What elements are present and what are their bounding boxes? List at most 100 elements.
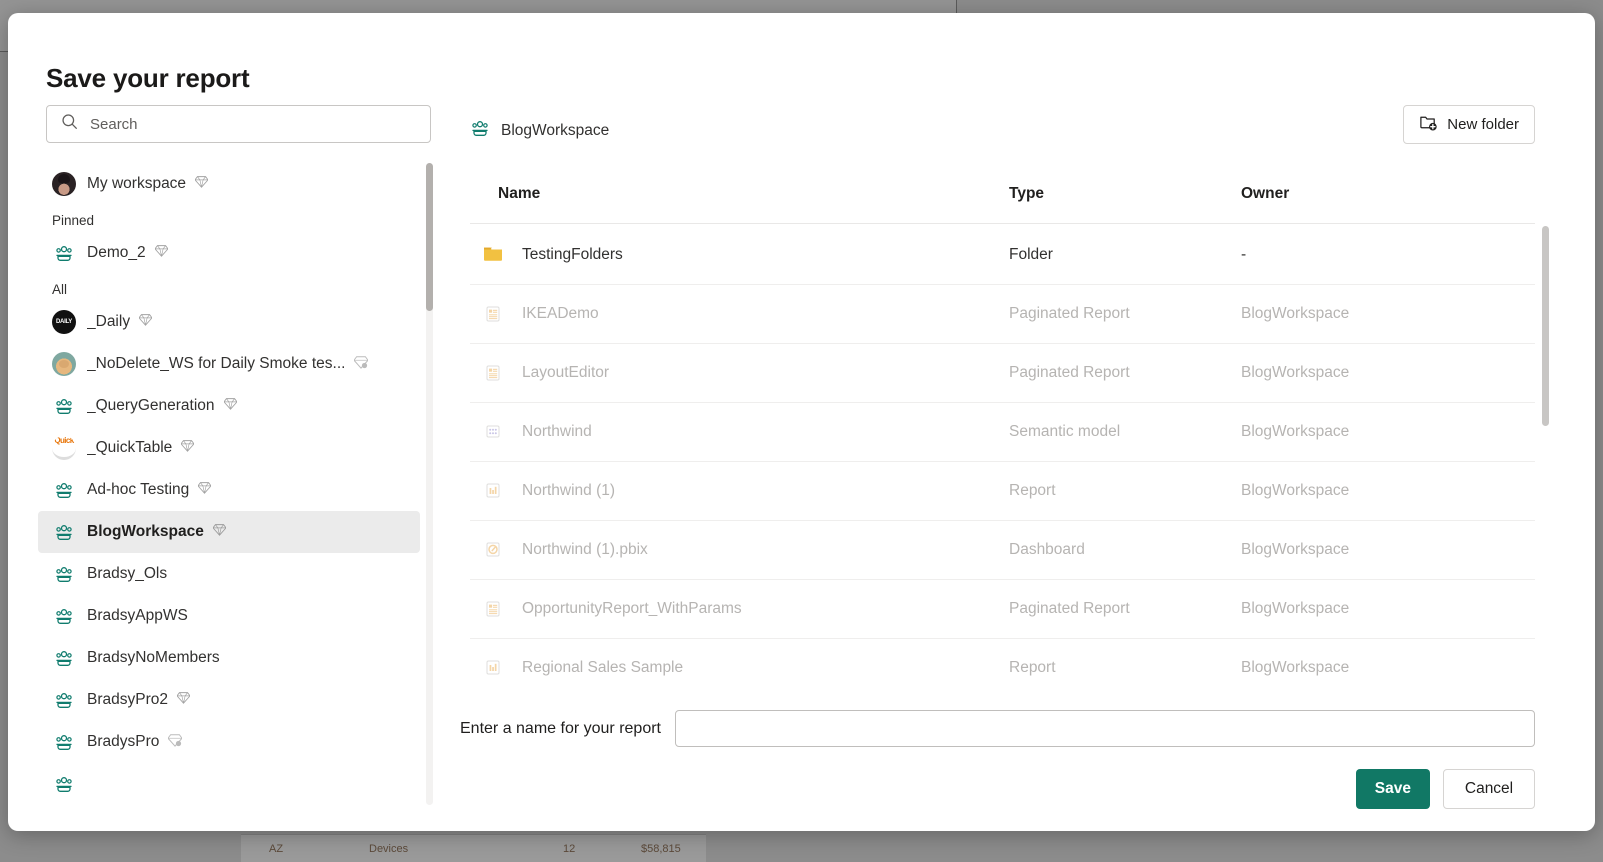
cell-name: IKEADemo — [522, 305, 599, 322]
diamond-icon — [180, 439, 195, 457]
paginated-report-icon — [482, 302, 504, 326]
cell-name: Northwind (1).pbix — [522, 541, 648, 558]
table-row: OpportunityReport_WithParams Paginated R… — [470, 580, 1535, 639]
table-row: Northwind (1) Report BlogWorkspace — [470, 462, 1535, 521]
cancel-button[interactable]: Cancel — [1443, 769, 1535, 809]
sidebar-item-label: BradsyAppWS — [87, 607, 188, 624]
dialog-title: Save your report — [46, 63, 250, 93]
cell-name: LayoutEditor — [522, 364, 610, 381]
cell-type: Paginated Report — [1009, 600, 1130, 617]
search-icon — [47, 113, 88, 135]
diamond-icon — [194, 175, 209, 193]
cell-type: Semantic model — [1009, 423, 1121, 440]
background-cell-category: Devices — [369, 842, 409, 855]
workspace-icon — [52, 646, 76, 670]
workspace-icon — [52, 478, 76, 502]
sidebar-item-querygeneration[interactable]: _QueryGeneration — [38, 385, 420, 427]
sidebar-item-demo-2[interactable]: Demo_2 — [38, 232, 420, 274]
workspace-list[interactable]: My workspace Pinned Demo_2 All DAILY _Da… — [38, 163, 430, 805]
sidebar-item-label: My workspace — [87, 175, 187, 192]
content-pane: BlogWorkspace New folder Name Type Owner — [460, 105, 1559, 805]
background-cell-state: AZ — [269, 842, 284, 855]
report-name-label: Enter a name for your report — [460, 719, 661, 737]
cell-owner: - — [1241, 246, 1247, 263]
search-box[interactable] — [46, 105, 431, 143]
list-scrollbar-thumb[interactable] — [1542, 226, 1549, 426]
sidebar-item-quicktable[interactable]: Quick _QuickTable — [38, 427, 420, 469]
report-name-input[interactable] — [674, 710, 1535, 747]
report-name-row: Enter a name for your report — [460, 710, 1535, 747]
table-header: Name Type Owner — [470, 185, 1535, 227]
cell-type: Report — [1009, 482, 1056, 499]
paginated-report-icon — [482, 361, 504, 385]
cell-owner: BlogWorkspace — [1241, 364, 1350, 381]
sidebar-item-label: Bradsy_Ols — [87, 565, 168, 582]
workspace-icon — [52, 520, 76, 544]
diamond-icon — [212, 523, 227, 541]
column-header-name[interactable]: Name — [498, 185, 540, 203]
header-divider — [470, 223, 1535, 224]
sidebar-item-bradyspro[interactable]: BradysPro — [38, 721, 420, 763]
diamond-shared-icon — [353, 355, 370, 374]
table-row[interactable]: TestingFolders Folder - — [470, 226, 1535, 285]
table-row: Regional Sales Sample Report BlogWorkspa… — [470, 639, 1535, 697]
sidebar-scrollbar-thumb[interactable] — [426, 163, 433, 311]
sidebar-item-bradsy-ols[interactable]: Bradsy_Ols — [38, 553, 420, 595]
cell-owner: BlogWorkspace — [1241, 423, 1350, 440]
avatar: Quick — [52, 436, 76, 460]
cell-owner: BlogWorkspace — [1241, 600, 1350, 617]
workspace-icon — [52, 241, 76, 265]
item-list[interactable]: TestingFolders Folder - IKEADemo Paginat… — [470, 226, 1535, 697]
column-header-type[interactable]: Type — [1009, 185, 1044, 203]
sidebar-item-nodelete-ws[interactable]: _NoDelete_WS for Daily Smoke tes... — [38, 343, 420, 385]
sidebar-item-blogworkspace[interactable]: BlogWorkspace — [38, 511, 420, 553]
breadcrumb-label: BlogWorkspace — [501, 121, 610, 139]
background-cell-amount: $58,815 — [641, 842, 681, 855]
new-folder-button[interactable]: New folder — [1403, 105, 1535, 144]
diamond-icon — [138, 313, 153, 331]
cell-name: Regional Sales Sample — [522, 659, 684, 676]
new-folder-icon — [1419, 113, 1438, 136]
sidebar-item-bradsyappws[interactable]: BradsyAppWS — [38, 595, 420, 637]
cell-name: OpportunityReport_WithParams — [522, 600, 742, 617]
report-icon — [482, 656, 504, 680]
sidebar-item-label: BlogWorkspace — [87, 523, 204, 540]
sidebar-item-label: BradysPro — [87, 733, 160, 750]
avatar — [52, 172, 76, 196]
workspace-icon — [52, 688, 76, 712]
workspace-picker-pane: My workspace Pinned Demo_2 All — [38, 105, 433, 805]
cell-type: Paginated Report — [1009, 305, 1130, 322]
search-input[interactable] — [88, 106, 430, 142]
sidebar-item-bradsynomembers[interactable]: BradsyNoMembers — [38, 637, 420, 679]
dialog-actions: Save Cancel — [1355, 769, 1535, 809]
cell-type: Dashboard — [1009, 541, 1085, 558]
cell-type: Report — [1009, 659, 1056, 676]
background-table-row: AZ Devices 12 $58,815 — [241, 834, 712, 862]
paginated-report-icon — [482, 597, 504, 621]
sidebar-item-bradsypro2[interactable]: BradsyPro2 — [38, 679, 420, 721]
sidebar-item-partial[interactable] — [38, 763, 420, 805]
table-row: Northwind (1).pbix Dashboard BlogWorkspa… — [470, 521, 1535, 580]
sidebar-item-label: BradsyPro2 — [87, 691, 168, 708]
sidebar-section-pinned: Pinned — [52, 213, 95, 228]
save-report-dialog: Save your report My workspace — [8, 13, 1595, 831]
sidebar-item-daily[interactable]: DAILY _Daily — [38, 301, 420, 343]
table-row: Northwind Semantic model BlogWorkspace — [470, 403, 1535, 462]
background-row-edge — [706, 834, 712, 862]
diamond-icon — [222, 397, 238, 415]
avatar: DAILY — [52, 310, 76, 334]
sidebar-item-label: _QueryGeneration — [87, 397, 215, 414]
sidebar-item-label: _Daily — [87, 313, 131, 330]
workspace-icon — [52, 394, 76, 418]
workspace-icon — [52, 604, 76, 628]
cell-name: Northwind — [522, 423, 592, 440]
sidebar-item-ad-hoc-testing[interactable]: Ad-hoc Testing — [38, 469, 420, 511]
background-cell-count: 12 — [563, 842, 576, 855]
cell-owner: BlogWorkspace — [1241, 305, 1350, 322]
cell-owner: BlogWorkspace — [1241, 541, 1350, 558]
column-header-owner[interactable]: Owner — [1241, 185, 1289, 203]
diamond-icon — [176, 691, 191, 709]
save-button[interactable]: Save — [1355, 769, 1430, 809]
sidebar-item-my-workspace[interactable]: My workspace — [38, 163, 420, 205]
sidebar-item-label: BradsyNoMembers — [87, 649, 220, 666]
